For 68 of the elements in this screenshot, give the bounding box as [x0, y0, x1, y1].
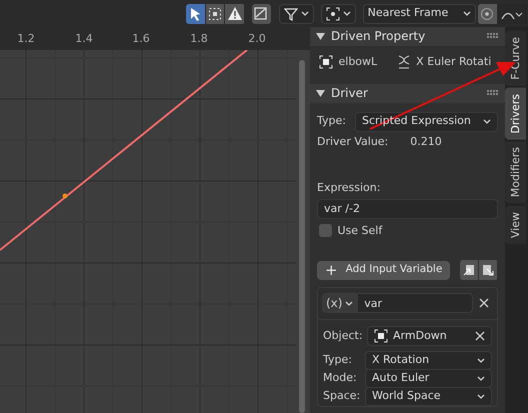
- field-label: Driver Value:: [317, 134, 388, 150]
- variable-type-dropdown[interactable]: (x): [322, 293, 358, 313]
- expression-field[interactable]: var /-2: [317, 198, 498, 218]
- cursor-tool[interactable]: [186, 4, 205, 24]
- clipboard-copy-icon: [462, 263, 476, 277]
- keyframe-point[interactable]: [62, 194, 68, 198]
- tick-label: 1.2: [17, 31, 35, 47]
- field-label: Space:: [323, 388, 362, 404]
- close-icon: [479, 298, 489, 308]
- clipboard-paste-icon: [481, 263, 496, 277]
- warning-icon: [226, 6, 243, 22]
- add-variable-button[interactable]: + Add Input Variable: [317, 260, 450, 280]
- caret-icon: [345, 300, 354, 306]
- snapping-dropdown[interactable]: Nearest Frame: [362, 4, 476, 24]
- clear-icon: [475, 331, 485, 341]
- field-label: Object:: [323, 328, 363, 344]
- caret-icon: [300, 11, 309, 16]
- object-name: elbowL: [338, 54, 378, 70]
- panel-header[interactable]: Driver: [310, 84, 505, 102]
- proportional-editing-icon: [480, 6, 494, 20]
- tick-label: 1.6: [132, 31, 150, 47]
- caret-icon: [342, 11, 351, 16]
- normalize-icon: [253, 6, 270, 22]
- drag-handle-icon: [487, 33, 499, 40]
- variable-name-field[interactable]: var: [357, 293, 473, 313]
- tick-label: 2.0: [248, 31, 266, 47]
- proportional-editing-button[interactable]: [478, 4, 497, 24]
- sidebar-tab[interactable]: F-Curve: [505, 31, 526, 86]
- object-field[interactable]: ArmDown: [366, 326, 492, 346]
- tick-label: 1.4: [75, 31, 93, 47]
- bone-icon: [396, 54, 411, 69]
- box-select-tool[interactable]: [206, 4, 224, 24]
- box-select-icon: [206, 6, 223, 22]
- driver-value: 0.210: [410, 134, 442, 150]
- drag-handle-icon: [487, 90, 499, 96]
- field-label: Mode:: [323, 370, 358, 386]
- disclosure-triangle-icon: [316, 88, 325, 98]
- checkbox[interactable]: [319, 224, 332, 238]
- paste-button[interactable]: [479, 260, 497, 280]
- property-name: X Euler Rotati: [416, 54, 492, 70]
- checkbox-label: Use Self: [338, 222, 382, 238]
- field-label: Type:: [317, 113, 346, 130]
- sidebar-tab[interactable]: Drivers: [505, 88, 526, 140]
- pivot-dropdown[interactable]: [320, 4, 356, 24]
- filter-icon: [284, 6, 298, 20]
- copy-button[interactable]: [460, 260, 478, 280]
- scrollbar[interactable]: [299, 60, 305, 413]
- caret-icon: [477, 376, 485, 381]
- warning-tool[interactable]: [225, 4, 244, 24]
- sidebar-tab[interactable]: Modifiers: [505, 141, 526, 204]
- sidebar-tab[interactable]: View: [505, 206, 526, 244]
- field-label: Expression:: [317, 180, 382, 196]
- tick-label: 1.8: [190, 31, 208, 47]
- dropdown[interactable]: World Space: [365, 387, 492, 406]
- disclosure-triangle-icon: [316, 32, 325, 41]
- caret-icon: [477, 394, 485, 399]
- panel-header[interactable]: Driven Property: [310, 27, 505, 46]
- object-icon: [319, 54, 333, 69]
- caret-icon: [462, 11, 471, 16]
- normalize-button[interactable]: [252, 4, 271, 24]
- pivot-icon: [326, 6, 340, 20]
- caret-icon: [477, 358, 485, 363]
- dropdown[interactable]: Auto Euler: [365, 369, 492, 388]
- dropdown[interactable]: X Rotation: [365, 351, 492, 370]
- caret-icon: [483, 119, 491, 124]
- filter-dropdown[interactable]: [278, 4, 314, 24]
- field-label: Type:: [323, 352, 353, 368]
- object-icon: [374, 329, 388, 343]
